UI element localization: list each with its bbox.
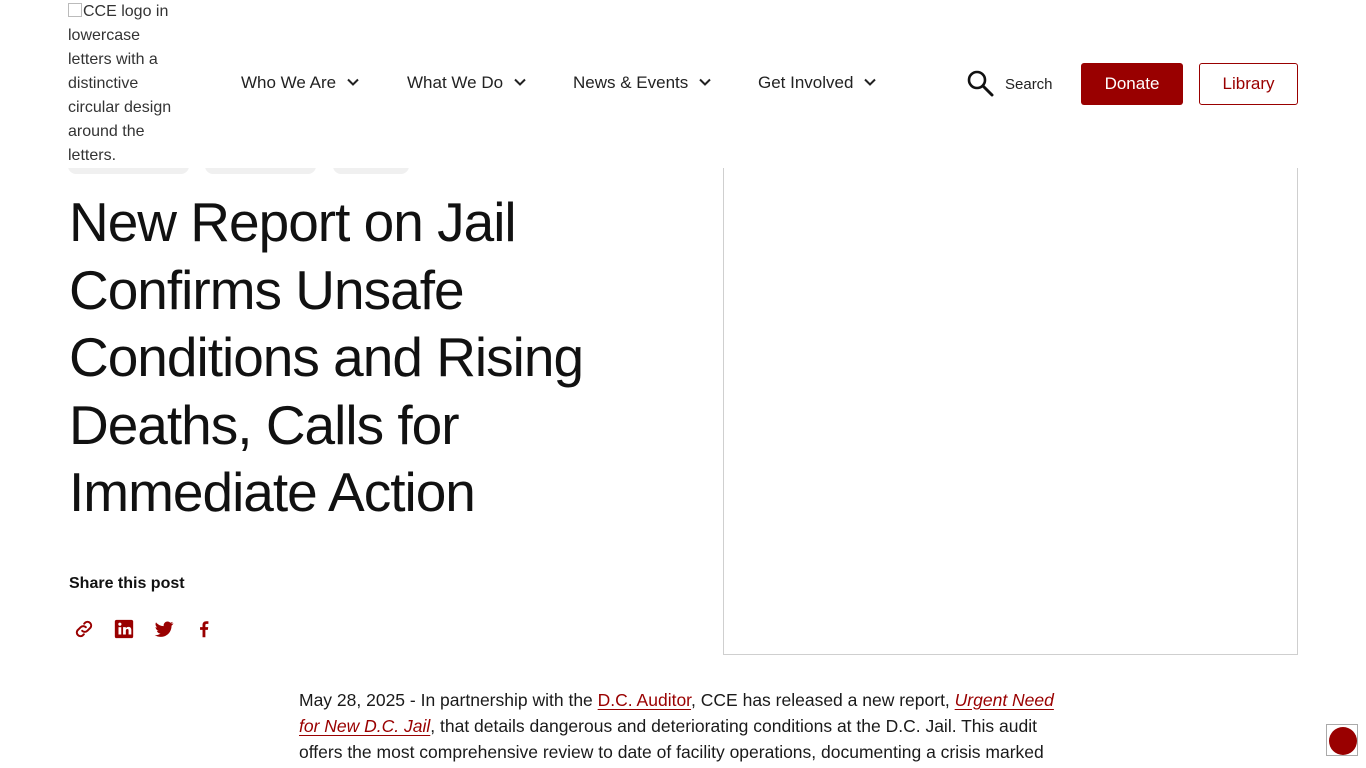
library-button[interactable]: Library <box>1199 63 1298 105</box>
article-date: May 28, 2025 <box>299 690 406 710</box>
share-label: Share this post <box>69 575 185 592</box>
article-intro: May 28, 2025 - In partnership with the D… <box>299 687 1069 765</box>
dc-auditor-link[interactable]: D.C. Auditor <box>598 690 691 710</box>
broken-image-icon <box>68 3 82 17</box>
nav-news-events[interactable]: News & Events <box>573 71 711 95</box>
search-label: Search <box>1005 76 1053 93</box>
nav-label: What We Do <box>407 73 504 92</box>
linkedin-icon[interactable] <box>113 618 135 640</box>
chevron-down-icon <box>699 78 711 86</box>
twitter-icon[interactable] <box>153 618 175 640</box>
featured-image <box>723 150 1298 655</box>
site-logo[interactable]: CCE logo in lowercase letters with a dis… <box>68 0 180 168</box>
facebook-icon[interactable] <box>193 618 215 640</box>
link-icon[interactable] <box>73 618 95 640</box>
article-text: - In partnership with the <box>405 690 598 710</box>
nav-get-involved[interactable]: Get Involved <box>758 71 877 95</box>
site-header: CCE logo in lowercase letters with a dis… <box>0 0 1366 168</box>
page-title: New Report on Jail Confirms Unsafe Condi… <box>69 191 584 523</box>
logo-alt-text: CCE logo in lowercase letters with a dis… <box>68 3 172 164</box>
search-icon <box>967 70 994 97</box>
nav-what-we-do[interactable]: What We Do <box>407 71 526 95</box>
floating-widget-button[interactable] <box>1326 724 1358 756</box>
nav-who-we-are[interactable]: Who We Are <box>241 71 359 95</box>
nav-label: News & Events <box>573 73 689 92</box>
nav-label: Who We Are <box>241 73 337 92</box>
chevron-down-icon <box>864 78 877 86</box>
donate-button[interactable]: Donate <box>1081 63 1183 105</box>
article-text: , CCE has released a new report, <box>691 690 955 710</box>
nav-label: Get Involved <box>758 73 854 92</box>
chevron-down-icon <box>514 78 526 86</box>
chevron-down-icon <box>347 78 359 86</box>
widget-icon <box>1329 727 1357 755</box>
